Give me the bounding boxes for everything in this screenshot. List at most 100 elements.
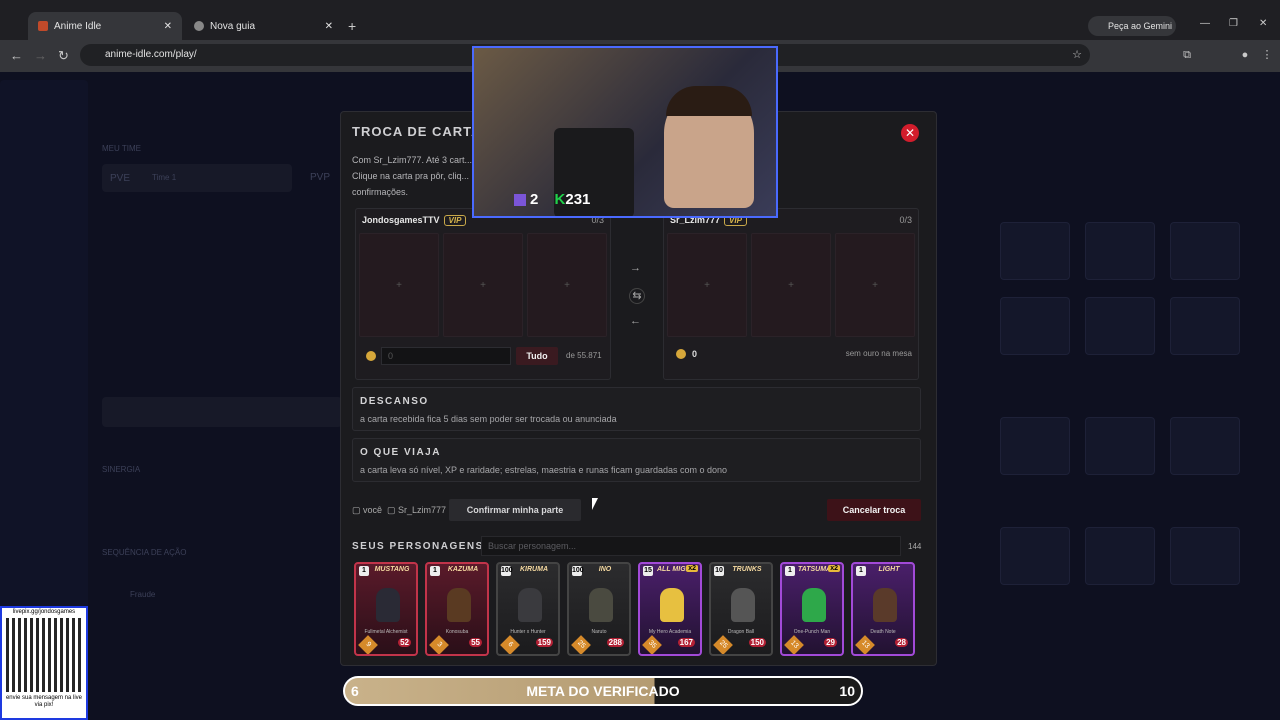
- card-level: 100: [572, 566, 584, 576]
- card-anime: Fullmetal Alchemist: [364, 629, 408, 635]
- profile-avatar-icon[interactable]: ●: [1238, 48, 1252, 62]
- card-level: 100: [501, 566, 513, 576]
- extensions-icon[interactable]: ⧉: [1180, 48, 1194, 62]
- card-power: 288: [606, 638, 624, 647]
- descanso-text: a carta recebida fica 5 dias sem poder s…: [360, 414, 617, 424]
- bg-character-label: Fraude: [130, 590, 156, 599]
- close-modal-button[interactable]: ✕: [901, 124, 919, 142]
- card-name: INO: [598, 566, 612, 573]
- card-level: 1: [359, 566, 369, 576]
- qr-caption: envie sua mensagem na live via pix!: [5, 695, 83, 708]
- other-card-slot: +: [751, 233, 831, 337]
- character-card[interactable]: 1 MUSTANG Fullmetal Alchemist 9 52: [354, 562, 418, 656]
- card-power: 159: [535, 638, 553, 647]
- character-sprite: [589, 588, 613, 622]
- card-level: 1: [856, 566, 866, 576]
- close-tab-icon[interactable]: ✕: [325, 21, 333, 32]
- bg-card-slot: [1000, 222, 1070, 280]
- card-stars: 13: [784, 635, 804, 654]
- twitch-icon: [514, 194, 526, 207]
- reload-icon[interactable]: ↻: [58, 48, 69, 64]
- close-window-icon[interactable]: ✕: [1259, 18, 1267, 29]
- card-anime: Death Note: [870, 629, 896, 635]
- mode-select[interactable]: PVE Time 1: [102, 164, 292, 192]
- my-card-slot[interactable]: +: [359, 233, 439, 337]
- menu-kebab-icon[interactable]: ⋮: [1260, 48, 1274, 62]
- minimize-icon[interactable]: —: [1200, 18, 1210, 29]
- card-anime: Dragon Ball: [727, 629, 755, 635]
- character-card[interactable]: 10 TRUNKS Dragon Ball 25 150: [709, 562, 773, 656]
- back-icon[interactable]: ←: [10, 48, 23, 63]
- card-anime: Konosuba: [445, 629, 469, 635]
- character-card[interactable]: 1 KAZUMA Konosuba 3 55: [425, 562, 489, 656]
- character-card[interactable]: 1 LIGHT Death Note 13 28: [851, 562, 915, 656]
- streamer-headset: [666, 86, 752, 116]
- forward-icon[interactable]: →: [34, 48, 47, 63]
- qr-code-icon: [6, 618, 82, 692]
- confirm-my-part-button[interactable]: Confirmar minha parte: [449, 499, 581, 521]
- new-tab-icon[interactable]: +: [348, 18, 356, 34]
- other-card-slot: +: [667, 233, 747, 337]
- descanso-box: DESCANSO a carta recebida fica 5 dias se…: [352, 387, 921, 431]
- tab-anime-idle[interactable]: Anime Idle ✕: [28, 12, 182, 40]
- my-offer-panel: JondosgamesTTV VIP 0/3 + + + 0 Tudo de 55…: [355, 208, 611, 380]
- stream-hud: 2 K231: [514, 191, 590, 208]
- other-gold-amount: 0: [692, 349, 698, 359]
- livepix-qr-panel: livepix.gg/jondosgames envie sua mensage…: [0, 606, 88, 720]
- my-characters-heading: SEUS PERSONAGENS: [352, 541, 484, 552]
- goal-title: META DO VERIFICADO: [526, 683, 680, 699]
- que-viaja-title: O QUE VIAJA: [360, 447, 441, 458]
- character-count: 144: [908, 542, 922, 551]
- my-card-slot[interactable]: +: [443, 233, 523, 337]
- character-sprite: [447, 588, 471, 622]
- card-power: 28: [895, 638, 908, 647]
- card-anime: One-Punch Man: [793, 629, 831, 635]
- character-sprite: [376, 588, 400, 622]
- gold-amount-input[interactable]: 0: [381, 347, 511, 365]
- vip-badge: VIP: [443, 215, 467, 226]
- character-card[interactable]: 100 KIRUMA Hunter x Hunter 6 159: [496, 562, 560, 656]
- my-card-slot[interactable]: +: [527, 233, 607, 337]
- swap-icon[interactable]: ⇆: [629, 288, 645, 304]
- card-stars: 9: [358, 635, 378, 654]
- other-offer-panel: Sr_Lzim777 VIP 0/3 + + + 0 sem ouro na me…: [663, 208, 919, 380]
- close-tab-icon[interactable]: ✕: [164, 21, 172, 32]
- character-card[interactable]: 15 ALL MIGHT x2 My Hero Academia 35 167: [638, 562, 702, 656]
- my-player-name: JondosgamesTTV VIP: [362, 215, 467, 226]
- bg-card-slot: [1000, 297, 1070, 355]
- card-name: LIGHT: [878, 566, 900, 573]
- card-stars: 6: [500, 635, 520, 654]
- tab-nova-guia[interactable]: Nova guia ✕: [184, 12, 339, 40]
- card-stars: 25: [571, 635, 591, 654]
- sequencia-heading: SEQUÊNCIA DE AÇÃO: [102, 548, 187, 557]
- pvp-tab[interactable]: PVP: [310, 172, 330, 183]
- character-sprite: [873, 588, 897, 622]
- no-gold-label: sem ouro na mesa: [845, 349, 912, 358]
- card-stars: 35: [642, 635, 662, 654]
- cancel-trade-button[interactable]: Cancelar troca: [827, 499, 921, 521]
- card-name: TRUNKS: [732, 566, 762, 573]
- gold-coin-icon: [366, 351, 376, 361]
- you-confirm-checkbox: ▢ você: [352, 505, 383, 515]
- hud-followers: 231: [565, 191, 591, 208]
- bg-card-slot: [1085, 417, 1155, 475]
- character-card[interactable]: 100 INO Naruto 25 288: [567, 562, 631, 656]
- trade-description: Com Sr_Lzim777. Até 3 cart... Clique na …: [352, 155, 473, 197]
- card-level: 1: [430, 566, 440, 576]
- card-name: KAZUMA: [447, 566, 479, 573]
- card-power: 55: [469, 638, 482, 647]
- character-sprite: [731, 588, 755, 622]
- restore-icon[interactable]: ❐: [1229, 18, 1238, 29]
- gemini-button[interactable]: Peça ao Gemini: [1088, 16, 1176, 36]
- que-viaja-box: O QUE VIAJA a carta leva só nível, XP e …: [352, 438, 921, 482]
- bg-card-slot: [1085, 297, 1155, 355]
- other-confirm-checkbox: ▢ Sr_Lzim777: [387, 505, 447, 515]
- character-search-input[interactable]: Buscar personagem...: [481, 536, 901, 556]
- all-gold-button[interactable]: Tudo: [516, 347, 558, 365]
- bookmark-star-icon[interactable]: ☆: [1070, 48, 1084, 62]
- card-level: 10: [714, 566, 724, 576]
- bg-panel: [102, 397, 342, 427]
- streamer-webcam: 2 K231: [472, 46, 778, 218]
- goal-target: 10: [839, 683, 855, 699]
- character-card[interactable]: 1 TATSUMAKI x2 One-Punch Man 13 29: [780, 562, 844, 656]
